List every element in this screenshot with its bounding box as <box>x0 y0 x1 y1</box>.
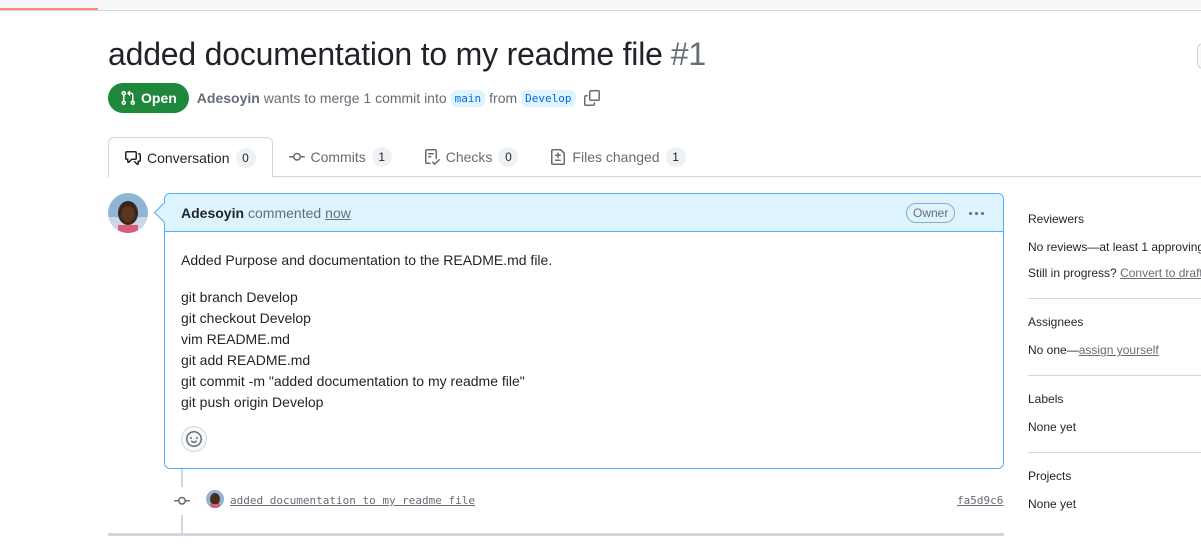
state-badge-open: Open <box>108 83 189 113</box>
git-pull-request-icon <box>121 90 136 106</box>
commit-node <box>168 487 196 515</box>
file-diff-icon <box>551 149 566 165</box>
base-branch[interactable]: main <box>450 89 486 107</box>
command-line: git checkout Develop <box>181 310 311 326</box>
labels-value: None yet <box>1028 420 1077 434</box>
tab-commits-count: 1 <box>371 147 392 167</box>
pr-number: #1 <box>670 36 706 72</box>
add-reaction-button[interactable] <box>181 426 207 452</box>
tab-conversation[interactable]: Conversation 0 <box>108 137 273 178</box>
tab-files-changed-count: 1 <box>665 147 686 167</box>
sidebar-reviewers: Reviewers No reviews—at least 1 approvin… <box>1028 212 1201 299</box>
tab-commits[interactable]: Commits 1 <box>273 137 408 177</box>
tab-files-changed[interactable]: Files changed 1 <box>534 137 701 177</box>
draft-prompt: Still in progress? Convert to draft <box>1028 264 1201 282</box>
command-line: git branch Develop <box>181 289 298 305</box>
active-nav-underline <box>0 8 98 10</box>
draft-prompt-text: Still in progress? <box>1028 266 1117 280</box>
sidebar-labels: Labels None yet <box>1028 392 1201 453</box>
sidebar-reviewers-title[interactable]: Reviewers <box>1028 212 1201 232</box>
edit-title-button[interactable] <box>1197 43 1201 69</box>
command-list: git branch Develop git checkout Develop … <box>181 287 987 413</box>
command-line: git push origin Develop <box>181 394 324 410</box>
projects-value: None yet <box>1028 497 1077 511</box>
comment-discussion-icon <box>125 150 141 165</box>
comment-intro: Added Purpose and documentation to the R… <box>181 252 553 268</box>
reviewers-status: No reviews—at least 1 approving <box>1028 240 1201 254</box>
sidebar-assignees-title[interactable]: Assignees <box>1028 315 1201 335</box>
pr-author-link[interactable]: Adesoyin <box>197 90 260 106</box>
tab-commits-label: Commits <box>310 149 366 165</box>
convert-to-draft-link[interactable]: Convert to draft <box>1120 266 1201 280</box>
comment-timestamp[interactable]: now <box>325 205 351 221</box>
assignees-status: No one—assign yourself <box>1028 341 1201 359</box>
comment-action: commented <box>248 204 322 221</box>
from-text: from <box>489 90 518 106</box>
top-nav-strip <box>0 0 1201 11</box>
pr-title-text: added documentation to my readme file <box>108 36 663 72</box>
kebab-horizontal-icon[interactable] <box>965 203 987 223</box>
assign-yourself-link[interactable]: assign yourself <box>1079 343 1159 357</box>
pr-sidebar: Reviewers No reviews—at least 1 approvin… <box>1028 212 1201 544</box>
comment-author[interactable]: Adesoyin <box>181 205 244 221</box>
tab-checks-label: Checks <box>445 149 493 165</box>
tab-checks-count: 0 <box>498 147 519 167</box>
owner-badge: Owner <box>906 203 956 223</box>
tab-files-changed-label: Files changed <box>572 149 660 165</box>
command-line: git add README.md <box>181 352 311 368</box>
comment-body: Added Purpose and documentation to the R… <box>165 232 1003 413</box>
timeline-divider <box>108 533 1004 536</box>
tab-conversation-label: Conversation <box>147 149 230 166</box>
state-label: Open <box>141 90 177 106</box>
commit-message-link[interactable]: added documentation to my readme file <box>230 494 475 507</box>
comment-header: Adesoyin commented now Owner <box>165 194 1003 232</box>
tab-conversation-count: 0 <box>235 147 256 168</box>
pr-title: added documentation to my readme file #1 <box>108 36 706 73</box>
merge-text: wants to merge 1 commit into <box>263 90 447 106</box>
comment-box: Adesoyin commented now Owner Added Purpo… <box>164 193 1004 469</box>
git-commit-icon <box>174 496 190 505</box>
head-branch[interactable]: Develop <box>521 89 576 107</box>
assignees-none-text: No one— <box>1028 343 1079 357</box>
checklist-icon <box>424 149 440 165</box>
tab-checks[interactable]: Checks 0 <box>408 137 535 177</box>
avatar[interactable] <box>108 193 148 233</box>
sidebar-projects-title[interactable]: Projects <box>1028 469 1201 489</box>
pr-tabs: Conversation 0 Commits 1 Checks 0 Files … <box>108 137 1201 178</box>
command-line: git commit -m "added documentation to my… <box>181 373 525 389</box>
copy-icon[interactable] <box>583 90 600 106</box>
pr-state-bar: Open Adesoyin wants to merge 1 commit in… <box>108 83 600 113</box>
command-line: vim README.md <box>181 331 290 347</box>
merge-summary: Adesoyin wants to merge 1 commit into ma… <box>197 89 600 107</box>
commit-sha-link[interactable]: fa5d9c6 <box>957 494 1003 507</box>
commit-author-avatar[interactable] <box>206 490 224 508</box>
smiley-icon <box>186 431 202 447</box>
git-commit-icon <box>288 152 305 161</box>
sidebar-projects: Projects None yet <box>1028 469 1201 529</box>
sidebar-labels-title[interactable]: Labels <box>1028 392 1201 412</box>
sidebar-assignees: Assignees No one—assign yourself <box>1028 315 1201 376</box>
